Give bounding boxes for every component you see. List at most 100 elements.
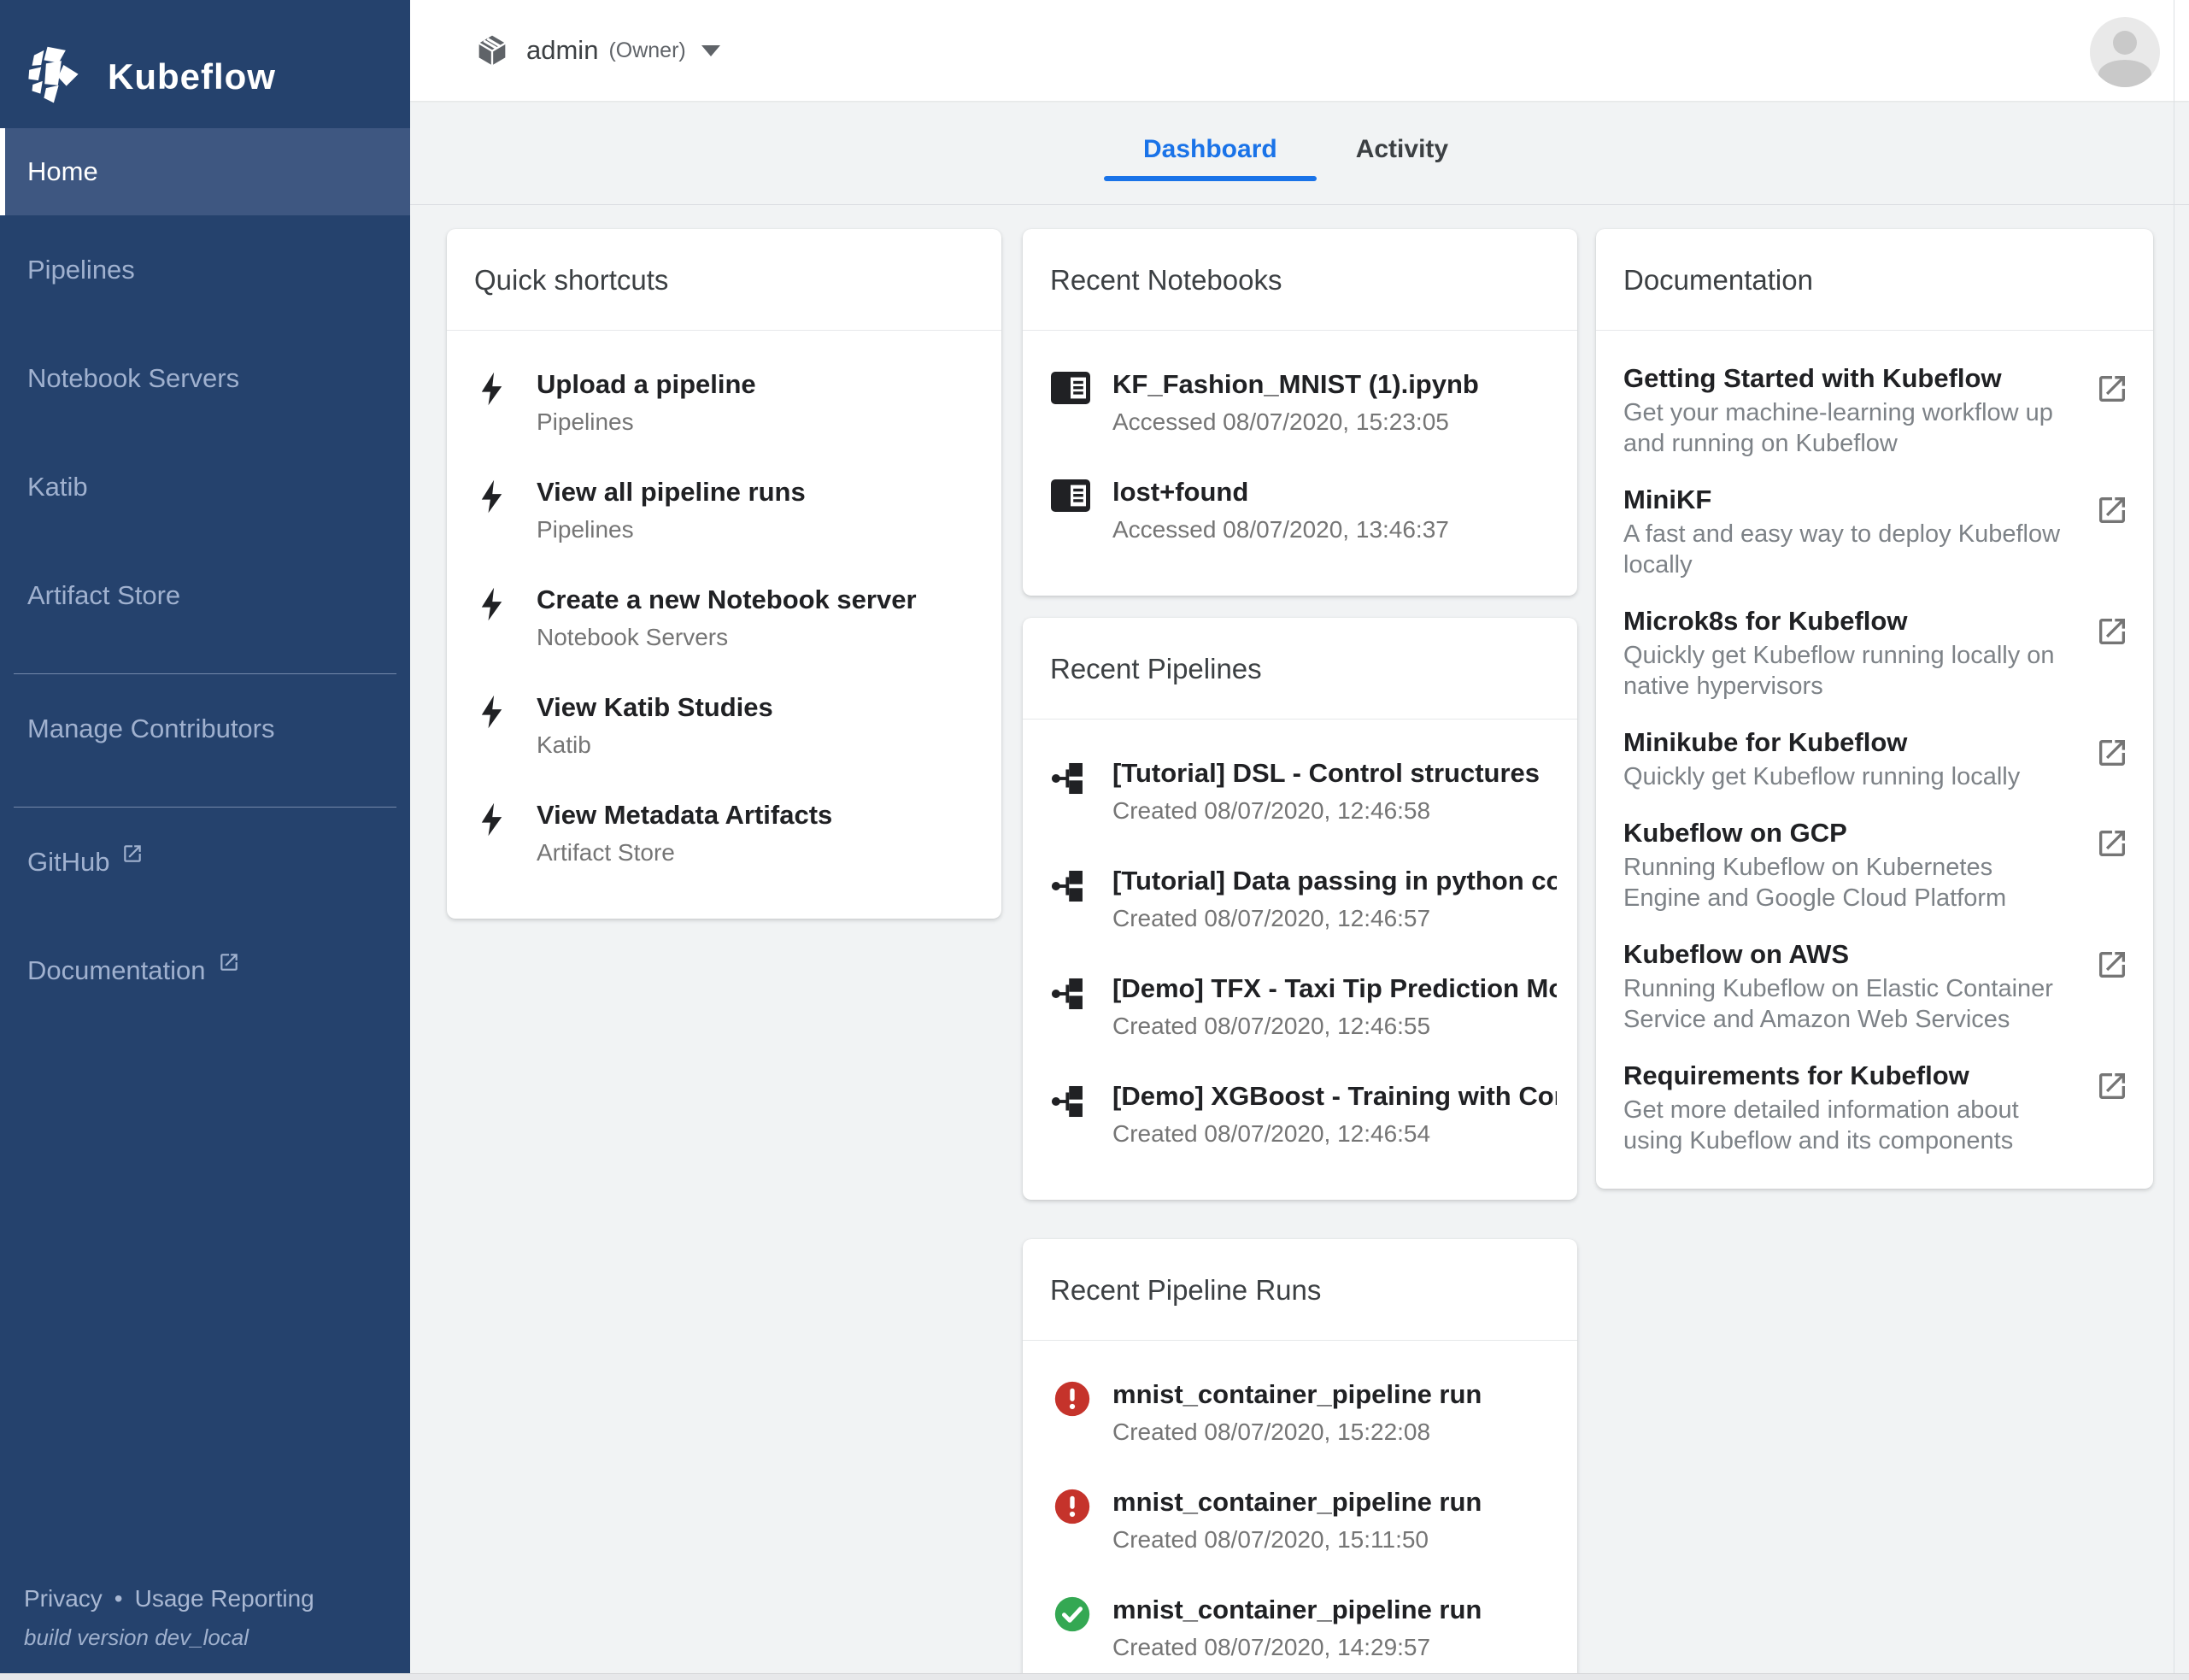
footer-separator: •: [114, 1585, 123, 1612]
shortcut-title: View Katib Studies: [537, 691, 981, 724]
notebook-item[interactable]: KF_Fashion_MNIST (1).ipynb Accessed 08/0…: [1023, 368, 1557, 437]
avatar-head: [2113, 31, 2137, 55]
card-header: Recent Pipelines: [1023, 618, 1577, 720]
open-in-new-icon: [2095, 372, 2129, 459]
usage-reporting-link[interactable]: Usage Reporting: [135, 1585, 314, 1612]
card-title: Recent Notebooks: [1050, 263, 1550, 297]
notebook-title: KF_Fashion_MNIST (1).ipynb: [1112, 368, 1557, 401]
shortcut-view-metadata-artifacts[interactable]: View Metadata Artifacts Artifact Store: [447, 799, 981, 867]
external-link-icon: [121, 843, 144, 865]
shortcut-create-notebook-server[interactable]: Create a new Notebook server Notebook Se…: [447, 584, 981, 652]
pipeline-item[interactable]: [Demo] XGBoost - Training with Confusi… …: [1023, 1080, 1557, 1148]
sidebar-item-label: GitHub: [27, 847, 109, 878]
notebook-title: lost+found: [1112, 476, 1557, 508]
doc-link-gcp[interactable]: Kubeflow on GCP Running Kubeflow on Kube…: [1623, 816, 2129, 913]
doc-title: Minikube for Kubeflow: [1623, 725, 2073, 760]
doc-link-aws[interactable]: Kubeflow on AWS Running Kubeflow on Elas…: [1623, 937, 2129, 1035]
card-header: Recent Pipeline Runs: [1023, 1239, 1577, 1341]
run-meta: Created 08/07/2020, 15:11:50: [1112, 1525, 1557, 1554]
sidebar-item-pipelines[interactable]: Pipelines: [0, 215, 410, 324]
open-in-new-icon: [2095, 493, 2129, 580]
doc-desc: Quickly get Kubeflow running locally: [1623, 761, 2073, 792]
open-in-new-icon: [2095, 826, 2129, 913]
doc-link-getting-started[interactable]: Getting Started with Kubeflow Get your m…: [1623, 361, 2129, 459]
shortcut-upload-pipeline[interactable]: Upload a pipeline Pipelines: [447, 368, 981, 437]
tab-label: Dashboard: [1143, 135, 1277, 164]
window-bottom-edge: [0, 1673, 2189, 1680]
card-title: Quick shortcuts: [474, 263, 974, 297]
doc-title: MiniKF: [1623, 483, 2073, 517]
notebook-item[interactable]: lost+found Accessed 08/07/2020, 13:46:37: [1023, 476, 1557, 544]
sidebar-footer: Privacy • Usage Reporting build version de…: [24, 1585, 314, 1651]
kubeflow-logo[interactable]: Kubeflow: [0, 0, 410, 128]
doc-link-requirements[interactable]: Requirements for Kubeflow Get more detai…: [1623, 1059, 2129, 1156]
pipeline-meta: Created 08/07/2020, 12:46:55: [1112, 1012, 1557, 1041]
sidebar-item-artifact-store[interactable]: Artifact Store: [0, 541, 410, 649]
shortcut-subtitle: Katib: [537, 731, 981, 760]
external-link-icon: [218, 951, 240, 973]
shortcut-title: View all pipeline runs: [537, 476, 981, 508]
shortcut-subtitle: Pipelines: [537, 408, 981, 437]
sidebar-item-label: Notebook Servers: [27, 363, 239, 394]
card-header: Documentation: [1596, 229, 2153, 331]
notebook-icon: [1050, 368, 1112, 437]
pipeline-meta: Created 08/07/2020, 12:46:54: [1112, 1119, 1557, 1148]
doc-desc: Quickly get Kubeflow running locally on …: [1623, 640, 2073, 702]
pipeline-meta: Created 08/07/2020, 12:46:58: [1112, 796, 1557, 825]
pipeline-run-item[interactable]: mnist_container_pipeline run Created 08/…: [1023, 1594, 1557, 1662]
error-icon: [1053, 1378, 1112, 1447]
sidebar-item-notebook-servers[interactable]: Notebook Servers: [0, 324, 410, 432]
tab-activity[interactable]: Activity: [1317, 101, 1488, 198]
active-indicator: [0, 128, 5, 215]
run-meta: Created 08/07/2020, 14:29:57: [1112, 1633, 1557, 1662]
card-header: Recent Notebooks: [1023, 229, 1577, 331]
check-circle-icon: [1053, 1594, 1112, 1662]
doc-desc: A fast and easy way to deploy Kubeflow l…: [1623, 519, 2073, 580]
sidebar-item-label: Artifact Store: [27, 580, 180, 611]
sidebar-item-github[interactable]: GitHub: [0, 808, 410, 916]
doc-desc: Running Kubeflow on Elastic Container Se…: [1623, 973, 2073, 1035]
avatar-body: [2098, 60, 2151, 87]
sidebar-item-manage-contributors[interactable]: Manage Contributors: [0, 674, 410, 783]
build-version-label: build version dev_local: [24, 1624, 314, 1651]
pipeline-title: [Demo] XGBoost - Training with Confusi…: [1112, 1080, 1557, 1113]
doc-desc: Get your machine-learning workflow up an…: [1623, 397, 2073, 459]
user-avatar[interactable]: [2090, 17, 2160, 87]
tab-label: Activity: [1356, 135, 1448, 164]
sidebar-item-katib[interactable]: Katib: [0, 432, 410, 541]
doc-title: Requirements for Kubeflow: [1623, 1059, 2073, 1093]
sidebar-item-documentation[interactable]: Documentation: [0, 916, 410, 1025]
namespace-name: admin: [526, 35, 598, 66]
doc-link-minikube[interactable]: Minikube for Kubeflow Quickly get Kubefl…: [1623, 725, 2129, 792]
pipeline-title: [Demo] TFX - Taxi Tip Prediction Model …: [1112, 972, 1557, 1005]
shortcut-subtitle: Pipelines: [537, 515, 981, 544]
doc-desc: Running Kubeflow on Kubernetes Engine an…: [1623, 852, 2073, 913]
sidebar-item-home[interactable]: Home: [0, 128, 410, 215]
lightning-bolt-icon: [474, 476, 537, 544]
doc-link-minikf[interactable]: MiniKF A fast and easy way to deploy Kub…: [1623, 483, 2129, 580]
open-in-new-icon: [2095, 736, 2129, 792]
doc-link-microk8s[interactable]: Microk8s for Kubeflow Quickly get Kubefl…: [1623, 604, 2129, 702]
pipeline-run-item[interactable]: mnist_container_pipeline run Created 08/…: [1023, 1486, 1557, 1554]
pipeline-item[interactable]: [Demo] TFX - Taxi Tip Prediction Model ……: [1023, 972, 1557, 1041]
privacy-link[interactable]: Privacy: [24, 1585, 103, 1612]
card-title: Recent Pipeline Runs: [1050, 1273, 1550, 1307]
shortcut-view-katib-studies[interactable]: View Katib Studies Katib: [447, 691, 981, 760]
notebook-meta: Accessed 08/07/2020, 13:46:37: [1112, 515, 1557, 544]
sidebar-item-label: Pipelines: [27, 255, 135, 285]
main-area: admin (Owner) Dashboard Activity Quick: [410, 0, 2189, 205]
pipeline-item[interactable]: [Tutorial] DSL - Control structures Crea…: [1023, 757, 1557, 825]
pipeline-meta: Created 08/07/2020, 12:46:57: [1112, 904, 1557, 933]
recent-notebooks-card: Recent Notebooks: [1023, 229, 1577, 596]
sidebar-divider: [14, 673, 396, 674]
top-toolbar: admin (Owner): [410, 0, 2189, 101]
pipeline-run-item[interactable]: mnist_container_pipeline run Created 08/…: [1023, 1378, 1557, 1447]
tab-dashboard[interactable]: Dashboard: [1104, 101, 1317, 198]
run-title: mnist_container_pipeline run: [1112, 1486, 1557, 1518]
namespace-selector[interactable]: admin (Owner): [475, 33, 720, 68]
documentation-card: Documentation Getting Started with Kubef…: [1596, 229, 2153, 1189]
namespace-role: (Owner): [608, 38, 685, 63]
pipeline-item[interactable]: [Tutorial] Data passing in python comp… …: [1023, 865, 1557, 933]
sidebar-item-label: Home: [27, 156, 98, 187]
shortcut-view-pipeline-runs[interactable]: View all pipeline runs Pipelines: [447, 476, 981, 544]
